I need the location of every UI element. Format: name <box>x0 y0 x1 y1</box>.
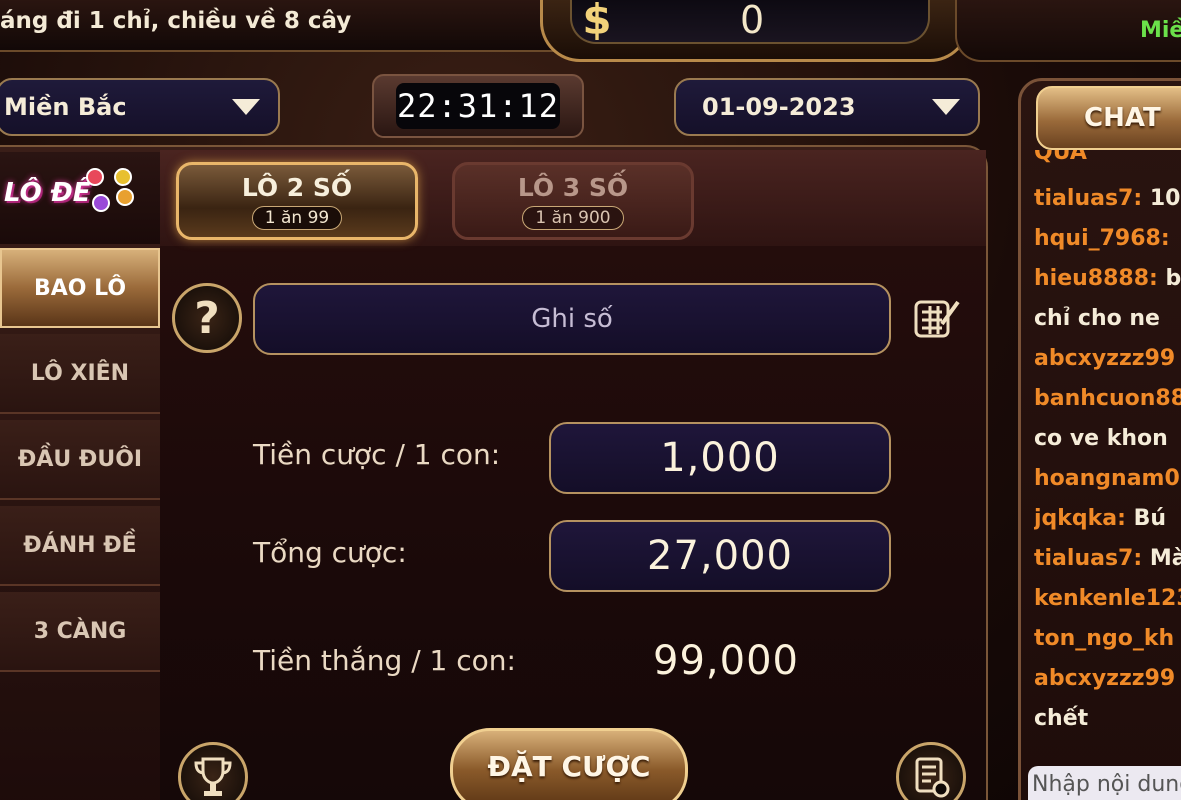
marquee-text: áng đi 1 chỉ, chiều về 8 cây <box>0 8 352 34</box>
sidebar-item-lo-xien[interactable]: LÔ XIÊN <box>0 334 160 414</box>
chat-user: jqkqka: <box>1034 506 1126 531</box>
region-status: Miề <box>1140 18 1181 43</box>
chat-message: hqui_7968: <box>1034 226 1170 251</box>
win-value: 99,000 <box>653 638 799 684</box>
tab-lo-3-so[interactable]: LÔ 3 SỐ 1 ăn 900 <box>452 162 694 240</box>
chat-button[interactable]: CHAT <box>1036 86 1181 150</box>
date-dropdown-label: 01-09-2023 <box>702 93 856 121</box>
place-bet-button[interactable]: ĐẶT CƯỢC <box>450 728 688 800</box>
chat-text: chết <box>1034 706 1089 731</box>
chat-user: abcxyzzz99 <box>1034 666 1176 691</box>
chat-text: chỉ cho ne <box>1034 306 1160 331</box>
number-input-placeholder: Ghi số <box>531 304 613 334</box>
chat-user: hqui_7968: <box>1034 226 1170 251</box>
sidebar-item-label: 3 CÀNG <box>33 618 127 644</box>
total-value: 27,000 <box>647 533 793 579</box>
tab-lo-2-so[interactable]: LÔ 2 SỐ 1 ăn 99 <box>176 162 418 240</box>
sidebar-item-bao-lo[interactable]: BAO LÔ <box>0 248 160 328</box>
help-icon: ? <box>194 292 220 344</box>
chat-user: abcxyzzz99 <box>1034 346 1176 371</box>
chat-message: chỉ cho ne <box>1034 306 1160 331</box>
sidebar-item-label: ĐẦU ĐUÔI <box>17 446 143 472</box>
tab-odds: 1 ăn 900 <box>522 205 624 230</box>
chat-user: kenkenle123 <box>1034 586 1181 611</box>
chat-message: ton_ngo_kh <box>1034 626 1174 651</box>
region-dropdown[interactable]: Miền Bắc <box>0 78 280 136</box>
total-label: Tổng cược: <box>253 536 407 569</box>
chat-message: hieu8888: b <box>1034 266 1181 291</box>
lottery-ball-icon <box>86 168 104 186</box>
bet-per-input[interactable]: 1,000 <box>549 422 891 494</box>
chat-user: tialuas7: <box>1034 186 1143 211</box>
chat-messages: QUA tialuas7: 10 hqui_7968: hieu8888: b … <box>1034 150 1181 740</box>
sidebar-item-label: ĐÁNH ĐỀ <box>23 532 137 558</box>
dollar-icon: $ <box>582 0 612 44</box>
chevron-down-icon <box>932 99 960 115</box>
chat-user: banhcuon88 <box>1034 386 1181 411</box>
chevron-down-icon <box>232 99 260 115</box>
sidebar-item-label: BAO LÔ <box>33 275 127 301</box>
sidebar-item-label: LÔ XIÊN <box>30 360 130 386</box>
lottery-ball-icon <box>92 194 110 212</box>
chat-message: QUA <box>1034 150 1087 165</box>
bet-per-label: Tiền cược / 1 con: <box>253 438 501 471</box>
bet-per-value: 1,000 <box>660 435 780 481</box>
sidebar-item-3-cang[interactable]: 3 CÀNG <box>0 592 160 672</box>
logo-text: LÔ ĐỀ <box>4 178 91 208</box>
chat-input[interactable]: Nhập nội dung <box>1028 766 1181 800</box>
lottery-ball-icon <box>114 168 132 186</box>
countdown-clock: 22:31:12 <box>396 83 560 129</box>
chat-title: CHAT <box>1084 103 1161 133</box>
date-dropdown[interactable]: 01-09-2023 <box>674 78 980 136</box>
place-bet-label: ĐẶT CƯỢC <box>487 749 651 783</box>
chat-text: QUA <box>1034 150 1087 165</box>
tab-odds: 1 ăn 99 <box>251 205 343 230</box>
chat-message: abcxyzzz99 <box>1034 666 1175 691</box>
total-display: 27,000 <box>549 520 891 592</box>
chat-user: ton_ngo_kh <box>1034 626 1175 651</box>
region-dropdown-label: Miền Bắc <box>4 93 127 121</box>
chat-message: hoangnam0 <box>1034 466 1180 491</box>
chat-text: co ve khon <box>1034 426 1168 451</box>
edit-grid-icon[interactable] <box>912 296 960 342</box>
chat-user: hoangnam0 <box>1034 466 1180 491</box>
chat-message: tialuas7: Mà <box>1034 546 1181 571</box>
number-input[interactable]: Ghi số <box>253 283 891 355</box>
chat-message: co ve khon <box>1034 426 1168 451</box>
sidebar-item-danh-de[interactable]: ĐÁNH ĐỀ <box>0 506 160 586</box>
chat-text: b <box>1157 266 1181 291</box>
sidebar-item-dau-duoi[interactable]: ĐẦU ĐUÔI <box>0 420 160 500</box>
chat-input-placeholder: Nhập nội dung <box>1032 772 1181 797</box>
chat-text: Mà <box>1149 546 1181 571</box>
balance-value: 0 <box>740 0 765 42</box>
chat-user: tialuas7: <box>1034 546 1143 571</box>
chat-message: kenkenle123 <box>1034 586 1181 611</box>
chat-message: banhcuon88 <box>1034 386 1181 411</box>
help-button[interactable]: ? <box>172 283 242 353</box>
win-label: Tiền thắng / 1 con: <box>253 644 516 677</box>
tab-title: LÔ 2 SỐ <box>241 172 353 202</box>
lottery-ball-icon <box>116 188 134 206</box>
chat-text: 10 <box>1142 186 1181 211</box>
chat-text: Bú <box>1125 506 1167 531</box>
chat-message: chết <box>1034 706 1088 731</box>
tab-title: LÔ 3 SỐ <box>517 172 629 202</box>
chat-message: abcxyzzz99 <box>1034 346 1175 371</box>
chat-message: tialuas7: 10 <box>1034 186 1180 211</box>
history-icon <box>915 757 950 798</box>
chat-user: hieu8888: <box>1034 266 1158 291</box>
trophy-icon <box>194 757 232 796</box>
chat-message: jqkqka: Bú <box>1034 506 1166 531</box>
